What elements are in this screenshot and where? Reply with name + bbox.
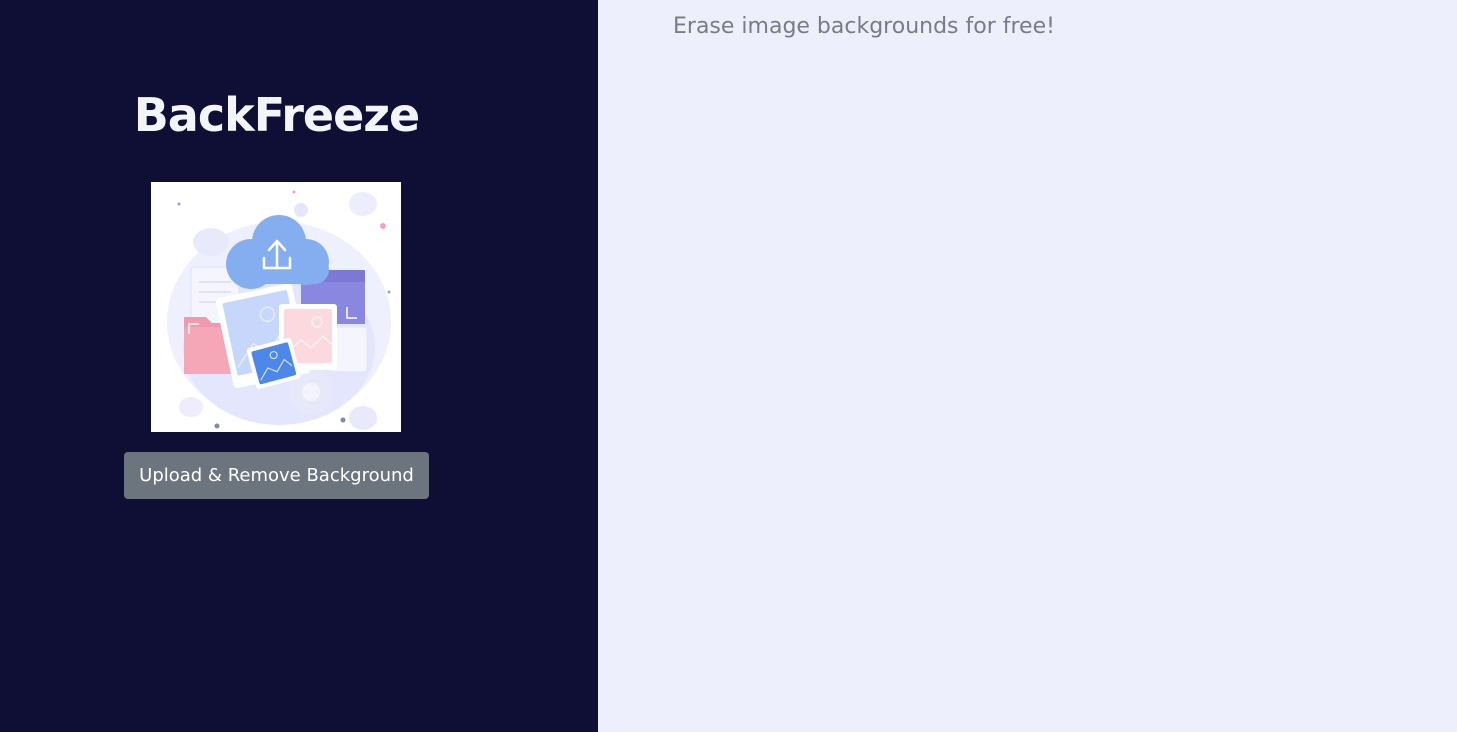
upload-cloud-icon <box>167 190 391 430</box>
main-panel: Erase image backgrounds for free! <box>598 0 1457 732</box>
app-title: BackFreeze <box>133 88 421 142</box>
sidebar-panel: BackFreeze Upload & Remove Background <box>0 0 598 732</box>
tagline: Erase image backgrounds for free! <box>673 14 1055 39</box>
upload-illustration <box>151 182 401 432</box>
upload-remove-background-button[interactable]: Upload & Remove Background <box>124 452 429 499</box>
